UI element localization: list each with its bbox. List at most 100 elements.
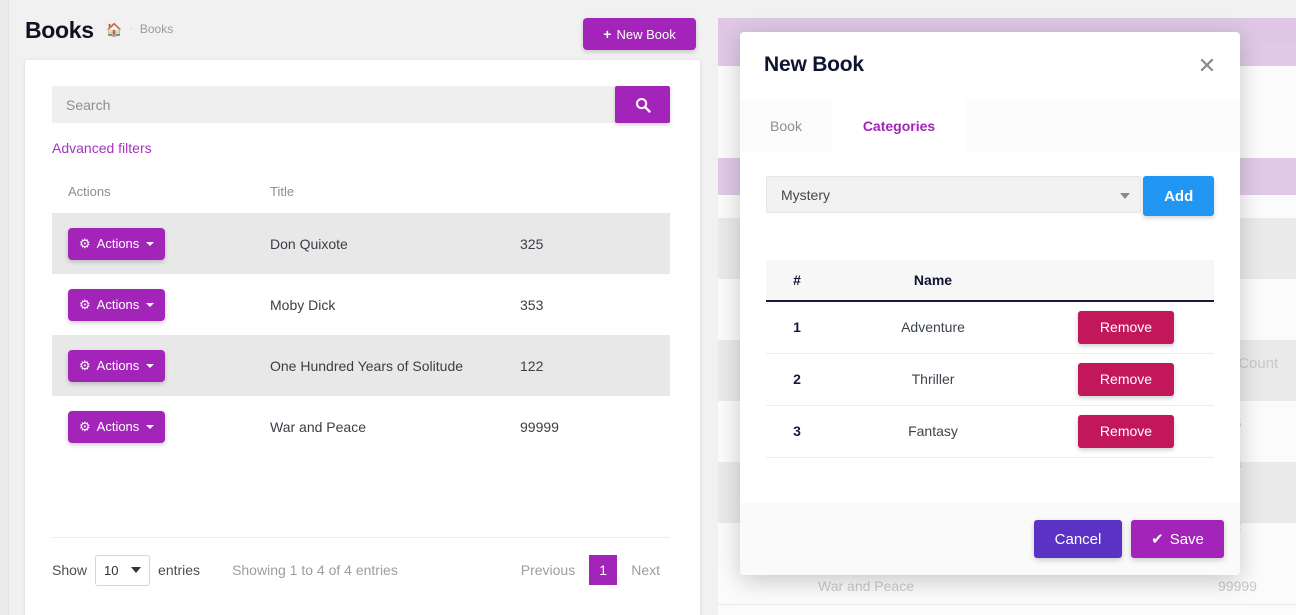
pagination-divider [52,537,670,538]
pagination-info: Showing 1 to 4 of 4 entries [232,562,398,578]
background-divider [718,604,1296,605]
books-col-title: Title [270,184,295,199]
pagination-entries-label: entries [158,562,201,578]
row-actions-button[interactable]: ⚙ Actions [68,349,166,382]
table-row[interactable]: ⚙ Actions Don Quixote 325 [52,213,670,274]
pagination-length-wrap: 10 25 50 100 [95,554,151,586]
breadcrumb: 🏠 · Books [106,22,173,36]
category-action-cell: Remove [1038,301,1214,354]
category-select-value: Mystery [781,186,830,203]
books-table-head: Actions Title [52,178,670,213]
list-item: 3 Fantasy Remove [766,405,1214,458]
left-rail [0,0,9,615]
row-actions-button[interactable]: ⚙ Actions [68,227,166,260]
remove-category-button[interactable]: Remove [1078,310,1174,344]
pagination-page-1[interactable]: 1 [589,555,618,585]
row-pages-cell: 99999 [520,418,559,435]
row-actions-button[interactable]: ⚙ Actions [68,410,166,443]
new-book-button-label: New Book [616,26,676,42]
category-name: Thriller [828,353,1038,406]
row-title-cell: Moby Dick [270,296,336,313]
categories-col-name: Name [828,260,1038,302]
gear-icon: ⚙ [79,296,91,312]
new-book-modal: New Book ✕ Book Categories Mystery Add # [740,32,1240,575]
home-icon[interactable]: 🏠 [106,23,122,36]
search-icon [635,97,651,113]
category-action-cell: Remove [1038,405,1214,458]
row-actions-cell: ⚙ Actions [52,274,270,335]
gear-icon: ⚙ [79,357,91,373]
breadcrumb-separator: · [129,23,133,35]
table-row[interactable]: ⚙ Actions War and Peace 99999 [52,396,670,457]
modal-body: Mystery Add # Name 1 Adventure Remove 2 … [740,152,1240,503]
category-name: Fantasy [828,405,1038,458]
caret-down-icon [146,302,155,307]
remove-category-button[interactable]: Remove [1078,414,1174,448]
books-col-pages [520,178,670,213]
row-pages-cell: 122 [520,335,670,396]
categories-table-body: 1 Adventure Remove 2 Thriller Remove 3 F… [766,301,1214,458]
pagination-previous[interactable]: Previous [511,562,585,578]
page-header: Books 🏠 · Books + New Book [9,0,718,60]
books-table-body: ⚙ Actions Don Quixote 325 ⚙ Actions Moby… [52,213,670,457]
books-col-actions: Actions [68,184,111,199]
app-root: Page Count 325 353 122 99999 War and Pea… [0,0,1296,615]
row-actions-button[interactable]: ⚙ Actions [68,288,166,321]
pagination-next[interactable]: Next [621,562,670,578]
background-cell-title: War and Peace [818,578,914,594]
background-cell-pages: 99999 [1218,578,1257,594]
tab-categories[interactable]: Categories [832,100,966,152]
close-icon[interactable]: ✕ [1193,52,1221,80]
cancel-button[interactable]: Cancel [1034,520,1122,558]
pagination-show-label: Show [52,562,88,578]
category-action-cell: Remove [1038,353,1214,406]
plus-icon: + [603,26,612,42]
gear-icon: ⚙ [79,418,91,434]
category-name: Adventure [828,301,1038,354]
row-actions-cell: ⚙ Actions [52,396,270,457]
search-input[interactable] [52,86,615,123]
categories-table: # Name 1 Adventure Remove 2 Thriller Rem… [766,260,1214,458]
books-table-header-row: Actions Title [52,178,670,213]
check-icon: ✔ [1151,531,1164,548]
table-row[interactable]: ⚙ Actions One Hundred Years of Solitude … [52,335,670,396]
save-button-label: Save [1169,530,1204,548]
save-button[interactable]: ✔ Save [1131,520,1224,558]
modal-footer: Cancel ✔ Save [740,503,1240,575]
category-num: 3 [766,405,828,458]
categories-header-row: # Name [766,260,1214,302]
row-actions-label: Actions [96,419,140,434]
tabs-filler [966,100,1240,152]
chevron-down-icon [1120,193,1131,199]
caret-down-icon [146,241,155,246]
caret-down-icon [146,363,155,368]
page-title: Books [25,17,94,43]
books-table: Actions Title ⚙ Actions Don Quixote 325 … [52,178,670,457]
gear-icon: ⚙ [79,235,91,251]
tab-book[interactable]: Book [740,100,832,152]
books-card: Advanced filters Actions Title ⚙ Actions [25,60,700,615]
row-actions-cell: ⚙ Actions [52,213,270,274]
row-title-cell: One Hundred Years of Solitude [270,335,520,396]
row-pages-cell: 325 [520,213,670,274]
advanced-filters-link[interactable]: Advanced filters [52,140,152,156]
row-actions-label: Actions [96,236,140,251]
caret-down-icon [146,424,155,429]
row-pages-cell: 353 [520,296,544,313]
modal-tabs: Book Categories [740,100,1240,152]
pagination-length-select[interactable]: 10 25 50 100 [95,554,151,586]
add-category-button[interactable]: Add [1143,176,1214,216]
new-book-button[interactable]: + New Book [583,18,696,50]
categories-col-num: # [766,260,828,302]
category-select[interactable]: Mystery [766,176,1142,213]
table-row[interactable]: ⚙ Actions Moby Dick 353 [52,274,670,335]
categories-col-actions [1038,260,1214,302]
row-title-cell: Don Quixote [270,213,520,274]
category-num: 1 [766,301,828,354]
breadcrumb-item-books[interactable]: Books [140,22,173,36]
list-item: 2 Thriller Remove [766,353,1214,406]
list-item: 1 Adventure Remove [766,301,1214,354]
search-button[interactable] [615,86,670,123]
category-num: 2 [766,353,828,406]
remove-category-button[interactable]: Remove [1078,362,1174,396]
